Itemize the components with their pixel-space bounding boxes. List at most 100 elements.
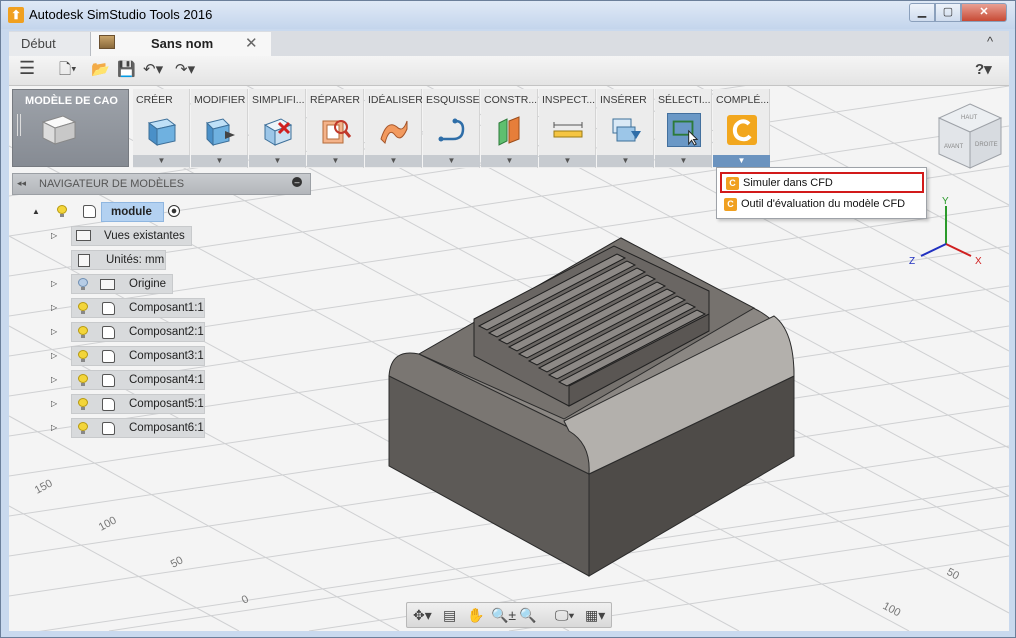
new-file-icon[interactable]: 🗋▾ (59, 62, 77, 78)
model-browser-header[interactable]: ◂◂ NAVIGATEUR DE MODÈLES – (12, 173, 311, 195)
expand-icon[interactable]: ▷ (51, 351, 57, 360)
component-icon (102, 326, 115, 339)
expand-icon[interactable]: ▷ (51, 231, 57, 240)
ribbon-label: SIMPLIFI... (252, 94, 305, 106)
redo-icon[interactable]: ↷▾ (175, 62, 195, 78)
root-node-module[interactable]: module (101, 202, 164, 222)
ribbon-group-selection[interactable]: SÉLECTI... ▼ (655, 89, 712, 168)
expand-icon[interactable]: ▲ (32, 207, 40, 216)
ribbon-group-construire[interactable]: CONSTR... ▼ (481, 89, 538, 168)
minimize-browser-icon[interactable]: – (292, 177, 302, 187)
ribbon-group-inserer[interactable]: INSÉRER ▼ (597, 89, 654, 168)
ribbon-group-complements[interactable]: COMPLÉ... ▼ (713, 89, 770, 168)
open-file-icon[interactable]: 📂 (91, 62, 110, 78)
units-doc-icon (78, 254, 90, 267)
dropdown-arrow[interactable]: ▼ (713, 155, 770, 167)
create-box-icon (147, 118, 177, 146)
tree-item-vues[interactable]: Vues existantes (71, 226, 192, 246)
ribbon-group-creer[interactable]: CRÉER ▼ (133, 89, 190, 168)
ribbon-group-reparer[interactable]: RÉPARER ▼ (307, 89, 364, 168)
3d-viewport[interactable]: 150 100 50 0 50 100 Y X Z HAUT AVANT DRO… (9, 86, 1009, 631)
display-settings-icon[interactable]: 🖵▾ (555, 607, 574, 624)
fit-icon[interactable]: 🔍 (519, 607, 536, 624)
dropdown-arrow[interactable]: ▼ (423, 155, 480, 167)
dropdown-arrow[interactable]: ▼ (249, 155, 306, 167)
ribbon-group-simplifier[interactable]: SIMPLIFI... ▼ (249, 89, 306, 168)
ribbon-label: CRÉER (136, 94, 173, 106)
menu-item-simuler-cfd[interactable]: C Simuler dans CFD (720, 172, 924, 193)
tree-item-composant3[interactable]: Composant3:1 (71, 346, 205, 366)
help-icon[interactable]: ?▾ (975, 62, 992, 78)
minimize-button[interactable]: ▁ (909, 3, 935, 22)
expand-icon[interactable]: ▷ (51, 375, 57, 384)
grid-label-150: 150 (33, 477, 55, 496)
visibility-bulb-icon[interactable] (57, 205, 67, 218)
document-icon (99, 35, 115, 49)
visibility-bulb-icon[interactable] (78, 422, 88, 435)
dropdown-arrow[interactable]: ▼ (133, 155, 190, 167)
ribbon-group-esquisse[interactable]: ESQUISSE ▼ (423, 89, 480, 168)
visibility-bulb-icon[interactable] (78, 398, 88, 411)
collapse-browser-icon[interactable]: ◂◂ (17, 178, 26, 189)
visibility-bulb-icon[interactable] (78, 278, 88, 291)
zoom-icon[interactable]: 🔍± (491, 607, 516, 624)
tree-item-composant4[interactable]: Composant4:1 (71, 370, 205, 390)
tab-debut[interactable]: Début (9, 32, 91, 56)
tab-close-icon[interactable]: ✕ (245, 32, 258, 56)
orbit-icon[interactable]: ✥▾ (413, 607, 432, 624)
dropdown-arrow[interactable]: ▼ (481, 155, 538, 167)
grid-settings-icon[interactable]: ▦▾ (585, 607, 605, 624)
tree-item-label: Composant5:1 (129, 398, 204, 410)
view-cube[interactable]: HAUT AVANT DROITE (935, 102, 1005, 172)
dropdown-arrow[interactable]: ▼ (365, 155, 422, 167)
dropdown-arrow[interactable]: ▼ (307, 155, 364, 167)
dropdown-arrow[interactable]: ▼ (655, 155, 712, 167)
collapse-chevron-icon[interactable]: ^ (987, 34, 993, 49)
cad-model[interactable] (388, 237, 795, 577)
pan-hand-icon[interactable]: ✋ (467, 607, 484, 624)
ribbon-group-idealiser[interactable]: IDÉALISER ▼ (365, 89, 422, 168)
expand-icon[interactable]: ▷ (51, 303, 57, 312)
activate-radio-icon[interactable] (168, 205, 180, 217)
expand-icon[interactable]: ▷ (51, 327, 57, 336)
main-menu-icon[interactable]: ☰ (19, 59, 35, 77)
save-icon[interactable]: 💾 (117, 62, 136, 78)
tree-item-composant2[interactable]: Composant2:1 (71, 322, 205, 342)
menu-item-evaluation-cfd[interactable]: C Outil d'évaluation du modèle CFD (720, 195, 924, 216)
close-button[interactable]: ✕ (961, 3, 1007, 22)
viewcube-top-label: HAUT (961, 115, 978, 121)
visibility-bulb-icon[interactable] (78, 326, 88, 339)
tree-item-origine[interactable]: Origine (71, 274, 173, 294)
look-at-icon[interactable]: ▤ (443, 607, 456, 624)
component-icon (102, 350, 115, 363)
tree-item-unites[interactable]: Unités: mm (71, 250, 166, 270)
tree-item-label: Unités: mm (106, 254, 165, 266)
visibility-bulb-icon[interactable] (78, 350, 88, 363)
expand-icon[interactable]: ▷ (51, 399, 57, 408)
dropdown-arrow[interactable]: ▼ (191, 155, 248, 167)
expand-icon[interactable]: ▷ (51, 279, 57, 288)
complements-dropdown-menu: C Simuler dans CFD C Outil d'évaluation … (716, 167, 927, 219)
ribbon-label: INSPECT... (542, 94, 596, 106)
tab-sans-nom[interactable]: Sans nom ✕ (91, 32, 271, 56)
undo-icon[interactable]: ↶▾ (143, 62, 163, 78)
workspace-switcher[interactable]: MODÈLE DE CAO (12, 89, 129, 167)
dropdown-arrow[interactable]: ▼ (539, 155, 596, 167)
dropdown-arrow[interactable]: ▼ (597, 155, 654, 167)
component-icon (83, 205, 96, 218)
idealize-icon (380, 120, 408, 144)
ribbon-group-modifier[interactable]: MODIFIER ▼ (191, 89, 248, 168)
maximize-button[interactable]: ▢ (935, 3, 961, 22)
folder-icon (100, 279, 115, 290)
tree-item-composant1[interactable]: Composant1:1 (71, 298, 205, 318)
sketch-icon (438, 118, 465, 142)
expand-icon[interactable]: ▷ (51, 423, 57, 432)
tree-item-composant6[interactable]: Composant6:1 (71, 418, 205, 438)
tree-item-composant5[interactable]: Composant5:1 (71, 394, 205, 414)
visibility-bulb-icon[interactable] (78, 302, 88, 315)
ribbon-label: SÉLECTI... (658, 94, 711, 106)
cfd-icon: C (726, 177, 739, 190)
ribbon-group-inspecter[interactable]: INSPECT... ▼ (539, 89, 596, 168)
visibility-bulb-icon[interactable] (78, 374, 88, 387)
quick-access-toolbar: ☰ 🗋▾ 📂 💾 ↶▾ ↷▾ ?▾ (9, 56, 1009, 86)
